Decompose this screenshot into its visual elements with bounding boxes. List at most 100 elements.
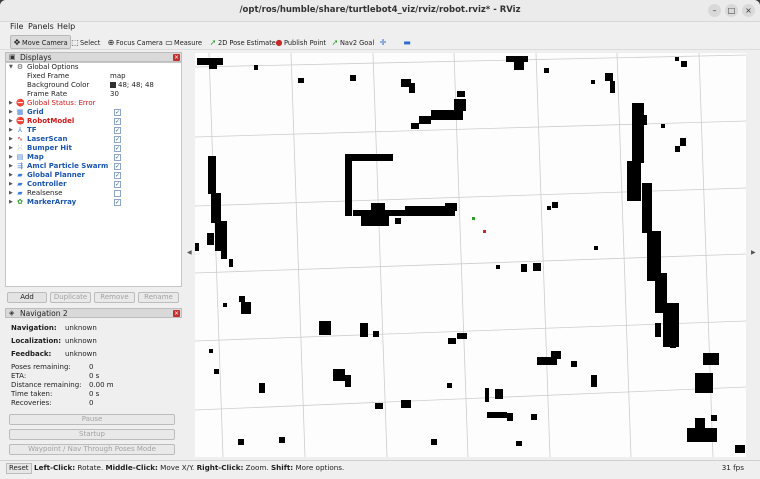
startup-button[interactable]: Startup [9, 429, 175, 440]
display-item-global-planner[interactable]: ▶ ▰ Global Planner ✓ [6, 171, 181, 180]
tree-row-frame-rate[interactable]: Frame Rate 30 [6, 90, 181, 99]
expand-arrow-icon[interactable]: ▶ [9, 126, 13, 135]
obstacle [207, 233, 214, 245]
left-dock-splitter[interactable]: ◀ [186, 53, 194, 457]
render-viewport[interactable] [195, 53, 746, 457]
localization-value: unknown [65, 337, 97, 345]
display-name: LaserScan [27, 135, 68, 143]
tree-row-background-color[interactable]: Background Color 48; 48; 48 [6, 81, 181, 90]
duplicate-display-button[interactable]: Duplicate [50, 292, 91, 303]
enable-checkbox[interactable]: ✓ [114, 145, 121, 152]
pose-estimate-tool[interactable]: ➚ 2D Pose Estimate [206, 35, 279, 49]
nav2-goal-tool[interactable]: ➚ Nav2 Goal [328, 35, 377, 49]
expand-arrow-icon[interactable]: ▶ [9, 108, 13, 117]
measure-tool[interactable]: ▭Measure [162, 35, 205, 49]
expand-arrow-icon[interactable]: ▶ [9, 198, 13, 207]
enable-checkbox[interactable]: ✓ [114, 118, 121, 125]
expand-arrow-icon[interactable]: ▶ [9, 135, 13, 144]
display-name: Map [27, 153, 44, 161]
enable-checkbox[interactable]: ✓ [114, 127, 121, 134]
obstacle [521, 264, 527, 272]
maximize-button[interactable]: □ [725, 4, 738, 17]
collapse-right-icon[interactable]: ▶ [751, 249, 756, 256]
minimize-button[interactable]: – [708, 4, 721, 17]
fixed-frame-value[interactable]: map [110, 72, 126, 81]
nav2-goal-icon: ➚ [331, 38, 339, 47]
frame-rate-value[interactable]: 30 [110, 90, 119, 99]
obstacle [259, 383, 265, 393]
pause-button[interactable]: Pause [9, 414, 175, 425]
status-bar: Reset Left-Click: Rotate. Middle-Click: … [0, 460, 760, 474]
obstacle [238, 439, 244, 445]
obstacle [345, 154, 393, 161]
display-item-tf[interactable]: ▶ ⅄ TF ✓ [6, 126, 181, 135]
expand-arrow-icon[interactable]: ▶ [9, 162, 13, 171]
expand-arrow-icon[interactable]: ▶ [9, 171, 13, 180]
add-tool-button[interactable]: ✛ [376, 35, 391, 49]
display-item-amcl-particle-swarm[interactable]: ▶ ⇶ Amcl Particle Swarm ✓ [6, 162, 181, 171]
menu-help[interactable]: Help [57, 22, 75, 31]
axes-icon: ⅄ [17, 126, 23, 134]
obstacle [591, 80, 595, 84]
obstacle [680, 138, 686, 146]
enable-checkbox[interactable]: ✓ [114, 163, 121, 170]
expand-arrow-icon[interactable]: ▶ [9, 144, 13, 153]
expand-arrow-icon[interactable]: ▶ [9, 99, 13, 108]
display-item-grid[interactable]: ▶ ▦ Grid ✓ [6, 108, 181, 117]
obstacle [675, 146, 680, 152]
tree-row-fixed-frame[interactable]: Fixed Frame map [6, 72, 181, 81]
enable-checkbox[interactable]: ✓ [114, 172, 121, 179]
obstacle [211, 193, 221, 223]
expand-arrow-icon[interactable]: ▶ [9, 117, 13, 126]
background-color-value[interactable]: 48; 48; 48 [110, 81, 154, 90]
focus-camera-tool[interactable]: ⊕ Focus Camera [104, 35, 166, 49]
tree-row-global-options[interactable]: ▼ ⚙ Global Options [6, 63, 181, 72]
displays-icon: ▣ [9, 53, 16, 61]
recoveries-value: 0 [89, 399, 94, 407]
left-click-text: Rotate. [75, 463, 106, 472]
close-displays-icon[interactable]: × [173, 54, 180, 61]
publish-point-tool[interactable]: ● Publish Point [272, 35, 329, 49]
remove-tool-button[interactable]: ▬ [400, 35, 415, 49]
add-display-button[interactable]: Add [7, 292, 47, 303]
collapse-left-icon[interactable]: ◀ [187, 249, 192, 256]
display-item-laserscan[interactable]: ▶ ∿ LaserScan ✓ [6, 135, 181, 144]
menu-panels[interactable]: Panels [28, 22, 54, 31]
expand-arrow-icon[interactable]: ▶ [9, 153, 13, 162]
enable-checkbox[interactable]: ✓ [114, 181, 121, 188]
display-item-controller[interactable]: ▶ ▰ Controller ✓ [6, 180, 181, 189]
right-dock-splitter[interactable]: ▶ [747, 53, 759, 457]
map-icon: ▤ [16, 153, 24, 161]
obstacle [687, 428, 717, 442]
waypoint-mode-button[interactable]: Waypoint / Nav Through Poses Mode [9, 444, 175, 455]
close-nav2-icon[interactable]: × [173, 310, 180, 317]
expand-arrow-icon[interactable]: ▼ [9, 63, 13, 72]
enable-checkbox[interactable] [114, 190, 121, 197]
menu-bar: File Panels Help [0, 22, 760, 34]
enable-checkbox[interactable]: ✓ [114, 199, 121, 206]
markers-icon: ✿ [17, 198, 23, 206]
enable-checkbox[interactable]: ✓ [114, 136, 121, 143]
enable-checkbox[interactable]: ✓ [114, 109, 121, 116]
nav2-panel-header: ◈ Navigation 2 × [5, 308, 182, 318]
expand-arrow-icon[interactable]: ▶ [9, 189, 13, 198]
occupancy-map[interactable] [195, 53, 746, 457]
menu-file[interactable]: File [10, 22, 23, 31]
reset-button[interactable]: Reset [6, 463, 32, 474]
display-item-markerarray[interactable]: ▶ ✿ MarkerArray ✓ [6, 198, 181, 207]
remove-display-button[interactable]: Remove [94, 292, 135, 303]
move-camera-tool[interactable]: ✥ Move Camera [10, 35, 71, 49]
display-item-robotmodel[interactable]: ▶ ⛔ RobotModel ✓ [6, 117, 181, 126]
select-tool[interactable]: ⬚Select [68, 35, 103, 49]
display-item-realsense[interactable]: ▶ ▰ Realsense [6, 189, 181, 198]
close-window-button[interactable]: × [742, 4, 755, 17]
obstacle [514, 62, 524, 70]
enable-checkbox[interactable]: ✓ [114, 154, 121, 161]
display-item-map[interactable]: ▶ ▤ Map ✓ [6, 153, 181, 162]
obstacle [333, 369, 345, 381]
nav2-panel: Navigation: unknown Localization: unknow… [5, 319, 182, 457]
rename-display-button[interactable]: Rename [138, 292, 179, 303]
expand-arrow-icon[interactable]: ▶ [9, 180, 13, 189]
tree-row-global-status[interactable]: ▶ ⛔ Global Status: Error [6, 99, 181, 108]
display-item-bumper-hit[interactable]: ▶ ⁙ Bumper Hit ✓ [6, 144, 181, 153]
